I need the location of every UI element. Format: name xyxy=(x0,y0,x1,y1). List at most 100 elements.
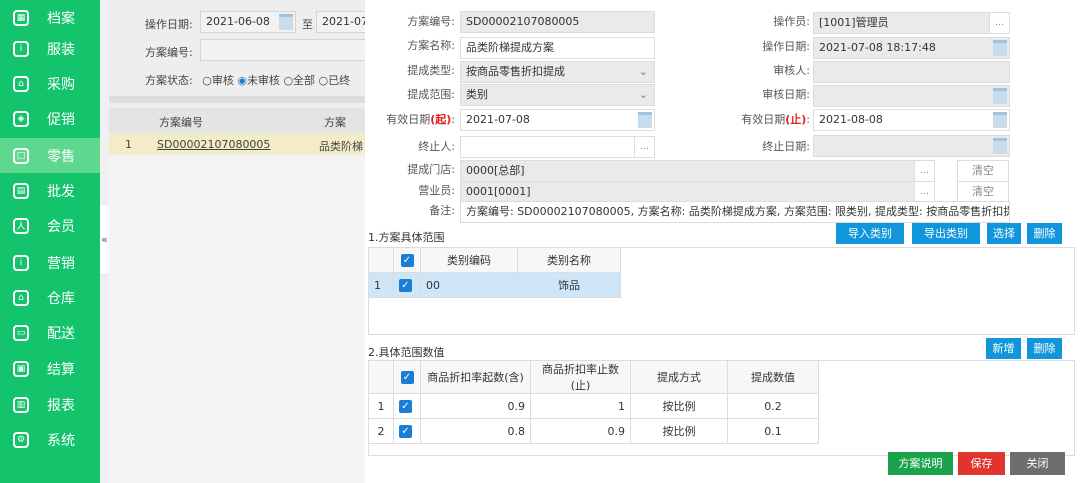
divider xyxy=(109,96,365,103)
type-select[interactable]: 按商品零售折扣提成 ⌄ xyxy=(460,61,655,83)
sidebar-item-2[interactable]: ⌂ 采购 xyxy=(0,66,100,101)
radio-terminated[interactable]: ○已终 xyxy=(319,74,351,87)
close-button[interactable]: 关闭 xyxy=(1010,452,1065,475)
radio-all[interactable]: ○全部 xyxy=(283,74,315,87)
header-from: 商品折扣率起数(含) xyxy=(420,360,531,394)
sidebar-item-7[interactable]: i 营销 xyxy=(0,245,100,280)
table-row[interactable]: 1 ✓ 00 饰品 xyxy=(368,272,621,298)
row-checkbox[interactable]: ✓ xyxy=(399,279,412,292)
more-icon[interactable]: … xyxy=(634,137,654,157)
wholesale-icon: ▤ xyxy=(13,182,29,199)
radio-unaudited[interactable]: ◉未审核 xyxy=(237,74,280,87)
auditor-label: 审核人: xyxy=(773,64,810,77)
date-from-input[interactable]: 2021-06-08 xyxy=(200,11,296,33)
value-table: ✓ 商品折扣率起数(含) 商品折扣率止数(止) 提成方式 提成数值 1 ✓ 0.9 1 按比例 0… xyxy=(368,360,819,444)
sidebar-item-label: 营销 xyxy=(47,255,75,272)
header-category-name: 类别名称 xyxy=(517,247,621,273)
terminator-field[interactable]: … xyxy=(460,136,655,158)
clear-store-button[interactable]: 清空 xyxy=(957,160,1009,182)
row-checkbox[interactable]: ✓ xyxy=(399,425,412,438)
chevron-down-icon: ⌄ xyxy=(638,88,648,101)
date-from-value: 2021-06-08 xyxy=(206,15,270,28)
section1-title: 1.方案具体范围 xyxy=(368,231,445,244)
category-table: ✓ 类别编码 类别名称 1 ✓ 00 饰品 xyxy=(368,247,621,298)
warehouse-icon: ⌂ xyxy=(13,289,29,306)
sidebar-item-9[interactable]: ▭ 配送 xyxy=(0,315,100,350)
operator-field[interactable]: [1001]管理员… xyxy=(813,12,1010,34)
valid-from-field[interactable]: 2021-07-08 xyxy=(460,109,655,131)
select-button[interactable]: 选择 xyxy=(987,223,1021,244)
tag-icon: ◈ xyxy=(13,110,29,127)
row-checkbox[interactable]: ✓ xyxy=(399,400,412,413)
sidebar-item-5[interactable]: ▤ 批发 xyxy=(0,173,100,208)
type-label: 提成类型: xyxy=(407,64,455,77)
calendar-icon[interactable] xyxy=(279,14,293,30)
sidebar-item-12[interactable]: ⚙ 系统 xyxy=(0,422,100,457)
sidebar-item-11[interactable]: ▥ 报表 xyxy=(0,387,100,422)
sidebar-item-label: 零售 xyxy=(47,148,75,165)
sidebar-item-label: 结算 xyxy=(47,361,75,378)
section2-title: 2.具体范围数值 xyxy=(368,346,445,359)
audit-date-field[interactable] xyxy=(813,85,1010,107)
valid-to-field[interactable]: 2021-08-08 xyxy=(813,109,1010,131)
sidebar-item-label: 批发 xyxy=(47,183,75,200)
sidebar-item-0[interactable]: ▦ 档案 xyxy=(0,0,100,35)
select-all-checkbox[interactable]: ✓ xyxy=(400,254,414,267)
calendar-icon[interactable] xyxy=(993,40,1007,56)
delete-value-button[interactable]: 删除 xyxy=(1027,338,1062,359)
info-icon: i xyxy=(13,254,29,271)
store-field[interactable]: 0000[总部]… xyxy=(460,160,935,182)
table-row[interactable]: 1 ✓ 0.9 1 按比例 0.2 xyxy=(368,393,819,419)
import-category-button[interactable]: 导入类别 xyxy=(836,223,904,244)
calendar-icon[interactable] xyxy=(993,138,1007,154)
op-date-field[interactable]: 2021-07-08 18:17:48 xyxy=(813,37,1010,59)
sidebar-item-1[interactable]: i 服装 xyxy=(0,31,100,66)
header-to: 商品折扣率止数(止) xyxy=(530,360,631,394)
terminator-label: 终止人: xyxy=(418,140,455,153)
sidebar-item-10[interactable]: ▣ 结算 xyxy=(0,351,100,386)
more-icon[interactable]: … xyxy=(989,13,1009,33)
staff-field[interactable]: 0001[0001]… xyxy=(460,181,935,203)
save-button[interactable]: 保存 xyxy=(958,452,1005,475)
settle-icon: ▣ xyxy=(13,360,29,377)
explain-button[interactable]: 方案说明 xyxy=(888,452,953,475)
select-all-checkbox[interactable]: ✓ xyxy=(400,371,414,384)
sidebar-item-6[interactable]: 人 会员 xyxy=(0,208,100,243)
term-date-field[interactable] xyxy=(813,135,1010,157)
staff-label: 营业员: xyxy=(418,184,455,197)
collapse-handle[interactable]: « xyxy=(100,205,109,273)
sidebar-item-3[interactable]: ◈ 促销 xyxy=(0,101,100,136)
code-field[interactable]: SD00002107080005 xyxy=(460,11,655,33)
range-select[interactable]: 类别 ⌄ xyxy=(460,84,655,106)
radio-audited[interactable]: ○审核 xyxy=(202,74,234,87)
sidebar-item-8[interactable]: ⌂ 仓库 xyxy=(0,280,100,315)
range-label: 提成范围: xyxy=(407,88,455,101)
delete-button[interactable]: 删除 xyxy=(1027,223,1062,244)
add-button[interactable]: 新增 xyxy=(986,338,1021,359)
row-number: 1 xyxy=(125,138,132,151)
code-input[interactable] xyxy=(200,39,370,61)
sidebar-item-label: 促销 xyxy=(47,111,75,128)
status-label: 方案状态: xyxy=(145,74,193,87)
list-page: 操作日期: 2021-06-08 至 2021-07 方案编号: 方案状态: ○… xyxy=(109,0,376,483)
term-date-label: 终止日期: xyxy=(762,140,810,153)
calendar-icon[interactable] xyxy=(993,88,1007,104)
calendar-icon[interactable] xyxy=(993,112,1007,128)
plan-code-link[interactable]: SD00002107080005 xyxy=(157,138,270,151)
sidebar-item-label: 档案 xyxy=(47,10,75,27)
auditor-field[interactable] xyxy=(813,61,1010,83)
export-category-button[interactable]: 导出类别 xyxy=(912,223,980,244)
more-icon[interactable]: … xyxy=(914,182,934,202)
shopping-bag-icon: □ xyxy=(13,147,29,164)
user-icon: 人 xyxy=(13,217,29,234)
remark-label: 备注: xyxy=(429,204,455,217)
sidebar-item-4[interactable]: □ 零售 xyxy=(0,138,100,173)
calendar-icon[interactable] xyxy=(638,112,652,128)
chevron-down-icon: ⌄ xyxy=(638,65,648,78)
name-field[interactable]: 品类阶梯提成方案 xyxy=(460,37,655,59)
more-icon[interactable]: … xyxy=(914,161,934,181)
sidebar-item-label: 仓库 xyxy=(47,290,75,307)
table-row[interactable]: 2 ✓ 0.8 0.9 按比例 0.1 xyxy=(368,418,819,444)
clear-staff-button[interactable]: 清空 xyxy=(957,181,1009,203)
remark-field[interactable]: 方案编号: SD00002107080005, 方案名称: 品类阶梯提成方案, … xyxy=(460,201,1010,223)
